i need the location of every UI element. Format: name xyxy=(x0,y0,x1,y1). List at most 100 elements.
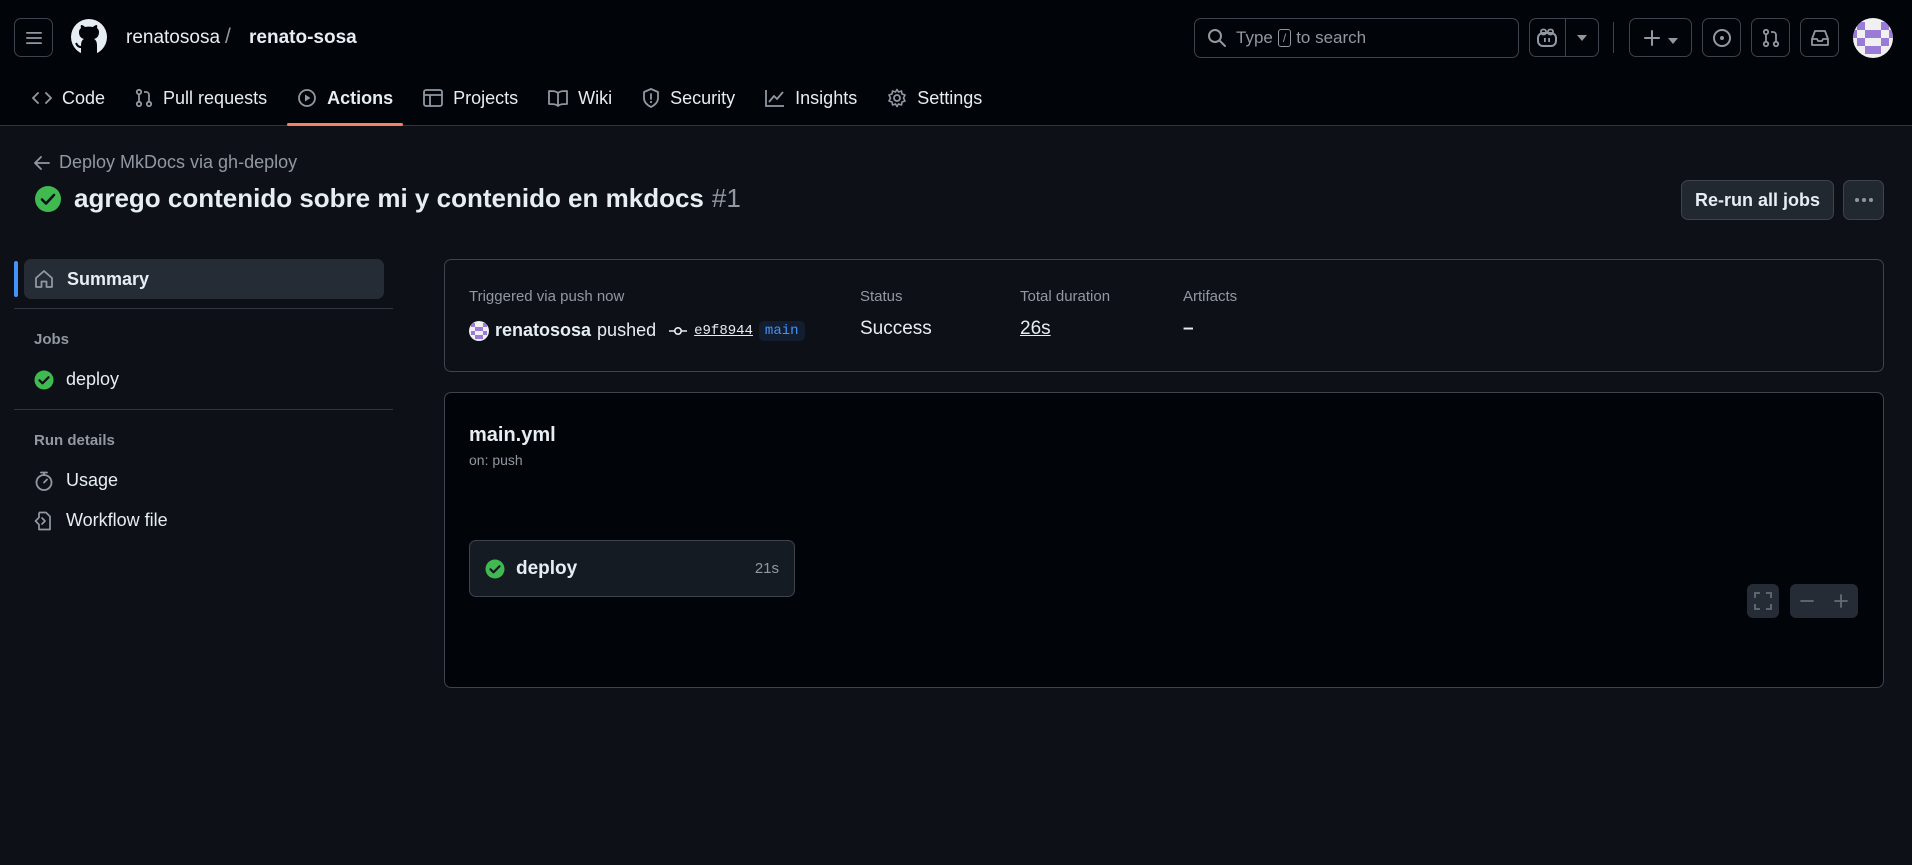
pull-request-icon xyxy=(135,88,153,108)
issue-opened-icon xyxy=(1712,28,1731,47)
search-prefix: Type xyxy=(1236,28,1273,47)
git-commit-icon xyxy=(669,326,688,335)
sidebar-divider xyxy=(14,308,393,309)
repo-name-link[interactable]: renato-sosa xyxy=(249,27,357,49)
tab-wiki[interactable]: Wiki xyxy=(538,80,622,116)
triangle-down-icon xyxy=(1668,37,1678,44)
back-to-workflow-link[interactable]: Deploy MkDocs via gh-deploy xyxy=(34,152,297,173)
duration-label: Total duration xyxy=(1020,288,1111,305)
search-input[interactable]: Type / to search xyxy=(1194,18,1519,58)
create-new-button[interactable] xyxy=(1629,18,1692,57)
workflow-file-name: main.yml xyxy=(469,424,556,446)
hamburger-icon xyxy=(25,31,42,44)
more-options-button[interactable] xyxy=(1843,180,1884,220)
sidebar-run-details-heading: Run details xyxy=(34,432,115,449)
tab-insights[interactable]: Insights xyxy=(755,80,867,116)
active-item-marker xyxy=(14,261,18,297)
top-header: renatososa / renato-sosa Type / to searc… xyxy=(0,0,1912,126)
status-value: Success xyxy=(860,318,932,339)
fullscreen-button[interactable] xyxy=(1747,584,1779,618)
avatar[interactable] xyxy=(469,320,489,341)
code-icon xyxy=(32,92,52,104)
tab-wiki-label: Wiki xyxy=(578,87,613,108)
push-info: renatososa pushed e9f8944 main xyxy=(469,320,805,341)
job-card-name: deploy xyxy=(516,557,578,579)
zoom-controls xyxy=(1790,584,1858,618)
sidebar-item-usage[interactable]: Usage xyxy=(34,470,118,491)
run-title-text: agrego contenido sobre mi y contenido en… xyxy=(74,183,704,213)
run-summary-panel: Triggered via push now renatososa pushed… xyxy=(444,259,1884,372)
zoom-in-icon[interactable] xyxy=(1833,593,1849,609)
file-code-icon xyxy=(34,511,51,530)
sidebar-item-job-deploy[interactable]: deploy xyxy=(34,369,119,390)
pusher-username[interactable]: renatososa xyxy=(495,320,591,341)
repo-owner-link[interactable]: renatososa xyxy=(126,27,220,49)
trigger-label: Triggered via push now xyxy=(469,288,625,305)
sidebar-item-summary[interactable]: Summary xyxy=(24,259,384,299)
search-shortcut-key: / xyxy=(1277,29,1292,47)
graph-icon xyxy=(765,90,785,107)
sidebar-item-workflow-file[interactable]: Workflow file xyxy=(34,510,168,531)
copilot-button-group[interactable] xyxy=(1529,18,1599,57)
pull-request-icon xyxy=(1762,28,1779,47)
tab-insights-label: Insights xyxy=(795,87,858,108)
screen-full-icon xyxy=(1754,592,1772,610)
menu-button[interactable] xyxy=(14,18,53,57)
table-icon xyxy=(423,89,444,107)
status-label: Status xyxy=(860,288,903,305)
sidebar-job-label: deploy xyxy=(66,369,120,389)
workflow-trigger: on: push xyxy=(469,452,523,468)
shield-icon xyxy=(643,88,660,108)
play-icon xyxy=(298,89,316,107)
check-circle-fill-icon xyxy=(485,559,505,578)
tab-security[interactable]: Security xyxy=(632,80,745,116)
run-number: #1 xyxy=(711,183,741,213)
artifacts-value: – xyxy=(1183,318,1194,339)
sidebar-usage-label: Usage xyxy=(66,470,119,490)
tab-actions-label: Actions xyxy=(327,87,394,108)
rerun-all-jobs-button[interactable]: Re-run all jobs xyxy=(1681,180,1834,220)
sidebar-divider xyxy=(14,409,393,410)
push-action-text: pushed xyxy=(597,320,657,340)
stopwatch-icon xyxy=(35,471,53,491)
copilot-dropdown-button[interactable] xyxy=(1566,34,1598,41)
tab-projects-label: Projects xyxy=(453,87,519,108)
issues-button[interactable] xyxy=(1702,18,1741,57)
copilot-button[interactable] xyxy=(1530,28,1565,48)
commit-sha-link[interactable]: e9f8944 xyxy=(694,323,753,339)
github-logo-icon[interactable] xyxy=(70,18,108,56)
back-link-label: Deploy MkDocs via gh-deploy xyxy=(59,152,298,172)
tab-settings[interactable]: Settings xyxy=(877,80,992,116)
sidebar-jobs-heading: Jobs xyxy=(34,331,70,348)
job-card-deploy[interactable]: deploy 21s xyxy=(469,540,795,597)
plus-icon xyxy=(1644,29,1660,46)
search-suffix: to search xyxy=(1296,28,1367,47)
tab-pull-requests-label: Pull requests xyxy=(163,87,268,108)
tab-pull-requests[interactable]: Pull requests xyxy=(125,80,277,116)
inbox-icon xyxy=(1810,29,1829,46)
user-avatar[interactable] xyxy=(1853,18,1893,58)
duration-value-link[interactable]: 26s xyxy=(1020,318,1051,340)
tab-code-label: Code xyxy=(62,87,106,108)
run-title: agrego contenido sobre mi y contenido en… xyxy=(34,183,741,214)
tab-projects[interactable]: Projects xyxy=(413,80,528,116)
zoom-out-icon[interactable] xyxy=(1799,593,1815,609)
sidebar-workflow-file-label: Workflow file xyxy=(66,510,168,530)
repo-tabs: Code Pull requests Actions Projects Wiki… xyxy=(22,80,1002,126)
check-circle-fill-icon xyxy=(34,370,54,389)
job-card-duration: 21s xyxy=(754,560,779,577)
home-icon xyxy=(35,270,53,288)
sidebar-summary-label: Summary xyxy=(67,268,150,289)
tab-actions[interactable]: Actions xyxy=(287,80,404,126)
breadcrumb-separator: / xyxy=(225,25,231,48)
kebab-horizontal-icon xyxy=(1854,198,1873,202)
inbox-button[interactable] xyxy=(1800,18,1839,57)
pull-requests-button[interactable] xyxy=(1751,18,1790,57)
search-icon xyxy=(1208,29,1226,47)
tab-security-label: Security xyxy=(670,87,736,108)
check-circle-fill-icon xyxy=(35,185,61,212)
arrow-left-icon xyxy=(34,155,50,170)
copilot-icon xyxy=(1537,28,1558,47)
tab-code[interactable]: Code xyxy=(22,80,115,116)
branch-badge[interactable]: main xyxy=(758,320,805,341)
